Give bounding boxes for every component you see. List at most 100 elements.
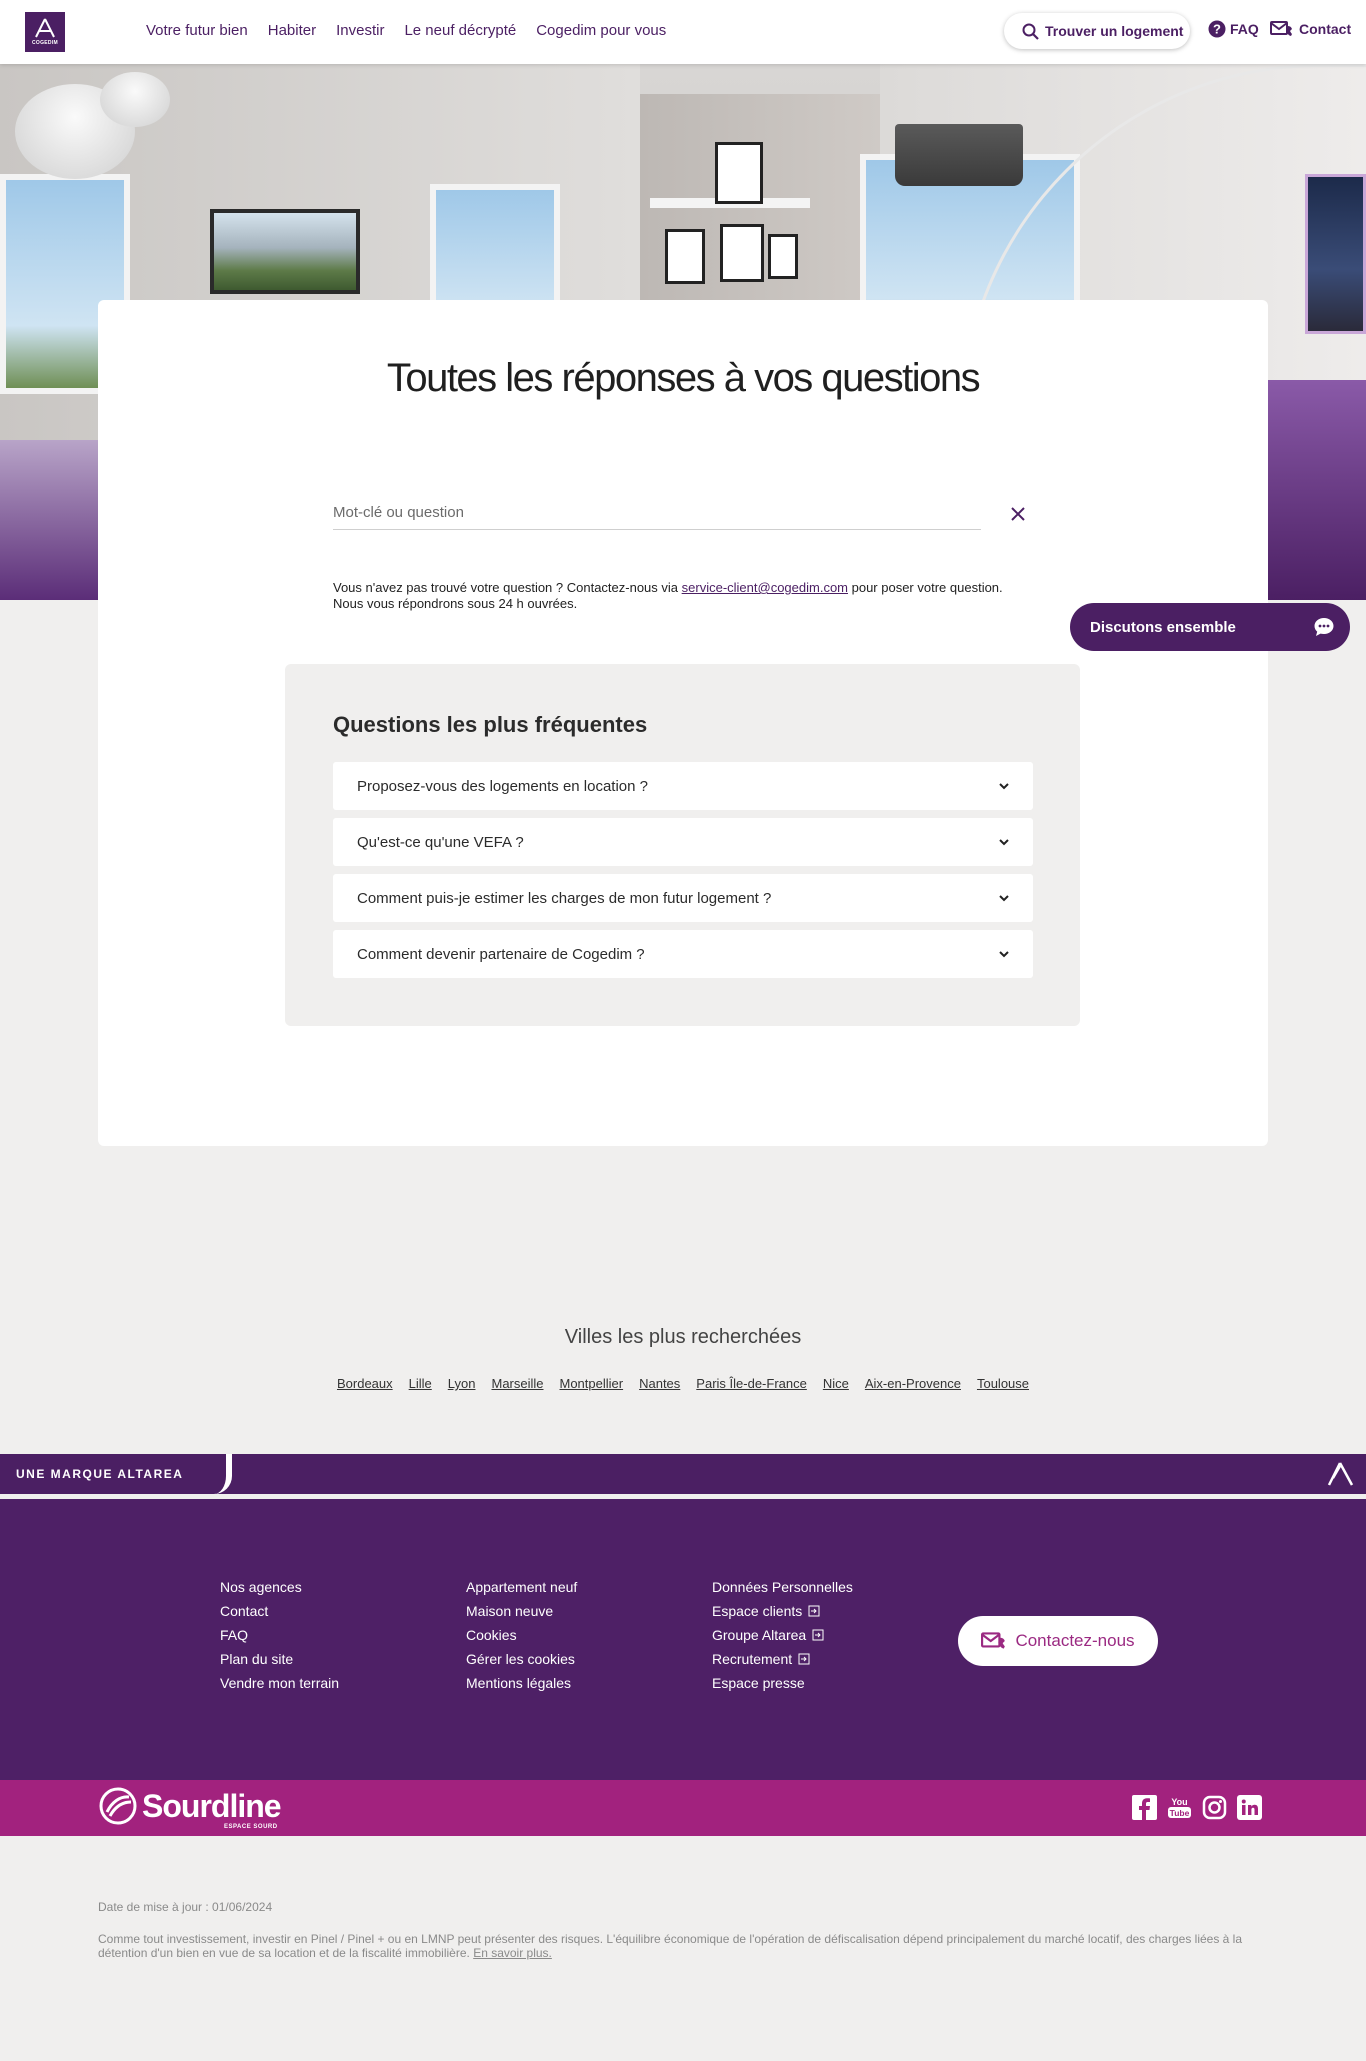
footer-link-mentions-legales[interactable]: Mentions légales [466,1675,577,1691]
chevron-down-icon [999,895,1009,902]
footer-col-3: Données Personnelles Espace clients Grou… [712,1579,853,1691]
faq-item-vefa[interactable]: Qu'est-ce qu'une VEFA ? [333,818,1033,866]
city-link-toulouse[interactable]: Toulouse [977,1376,1029,1391]
footer-link-cookies[interactable]: Cookies [466,1627,577,1643]
legal-text: Comme tout investissement, investir en P… [98,1932,1268,1960]
nav-item-neuf-decrypte[interactable]: Le neuf décrypté [404,22,516,39]
faq-search-input[interactable] [333,498,981,526]
social-links: You Tube [1132,1795,1262,1820]
chat-button[interactable]: Discutons ensemble [1070,603,1350,651]
search-icon [1022,23,1039,40]
mail-phone-icon [1270,21,1292,36]
service-email-link[interactable]: service-client@cogedim.com [682,580,848,595]
footer-link-gerer-cookies[interactable]: Gérer les cookies [466,1651,577,1667]
youtube-icon[interactable]: YouTube [1167,1795,1192,1820]
footer-link-donnees-personnelles[interactable]: Données Personnelles [712,1579,853,1595]
footer-link-groupe-altarea[interactable]: Groupe Altarea [712,1627,853,1643]
city-link-bordeaux[interactable]: Bordeaux [337,1376,393,1391]
footer-link-appartement-neuf[interactable]: Appartement neuf [466,1579,577,1595]
svg-text:You: You [1171,1797,1187,1807]
city-link-aix[interactable]: Aix-en-Provence [865,1376,961,1391]
city-link-lyon[interactable]: Lyon [448,1376,476,1391]
linkedin-icon[interactable] [1237,1795,1262,1820]
city-link-nantes[interactable]: Nantes [639,1376,680,1391]
footer-link-faq[interactable]: FAQ [220,1627,339,1643]
main-nav: Votre futur bien Habiter Investir Le neu… [146,22,666,39]
contact-us-label: Contactez-nous [1015,1631,1135,1650]
nav-item-habiter[interactable]: Habiter [268,22,316,39]
faq-link[interactable]: ? FAQ [1208,20,1259,38]
contact-link-label: Contact [1299,21,1352,37]
find-home-label: Trouver un logement [1045,23,1184,39]
altarea-logo-icon[interactable] [1326,1462,1354,1486]
city-link-marseille[interactable]: Marseille [491,1376,543,1391]
city-link-nice[interactable]: Nice [823,1376,849,1391]
cities-list: Bordeaux Lille Lyon Marseille Montpellie… [0,1376,1366,1391]
frequent-questions-title: Questions les plus fréquentes [333,712,648,737]
instagram-icon[interactable] [1202,1795,1227,1820]
hero-lamp-shade [895,124,1023,186]
mail-phone-icon [981,1632,1006,1649]
footer-link-label: Espace clients [712,1603,803,1619]
question-icon: ? [1208,20,1226,38]
footer-link-espace-clients[interactable]: Espace clients [712,1603,853,1619]
sourdline-logo[interactable]: Sourdline ESPACE SOURD [98,1786,282,1830]
chat-button-label: Discutons ensemble [1090,618,1236,636]
hero-pendant-2 [100,72,170,127]
faq-link-label: FAQ [1230,21,1259,37]
nav-item-cogedim-pour-vous[interactable]: Cogedim pour vous [536,22,666,39]
footer-bottom-bar: Sourdline ESPACE SOURD You Tube [0,1780,1366,1836]
svg-text:Tube: Tube [1170,1808,1190,1818]
hero-frame-2 [665,229,705,284]
footer-link-plan-du-site[interactable]: Plan du site [220,1651,339,1667]
nav-item-votre-futur-bien[interactable]: Votre futur bien [146,22,248,39]
site-header: COGEDIM Votre futur bien Habiter Investi… [0,0,1366,64]
faq-card: Toutes les réponses à vos questions Vous… [98,300,1268,1146]
external-link-icon [808,1605,820,1617]
facebook-icon[interactable] [1132,1795,1157,1820]
sourdline-name: Sourdline [142,1788,282,1824]
city-link-montpellier[interactable]: Montpellier [560,1376,624,1391]
cities-title: Villes les plus recherchées [564,1326,802,1348]
svg-text:?: ? [1213,22,1221,37]
help-text-prefix: Vous n'avez pas trouvé votre question ? … [333,580,682,595]
legal-notice: Date de mise à jour : 01/06/2024 Comme t… [98,1900,1268,1960]
hero-frame-4 [768,234,798,279]
find-home-button[interactable]: Trouver un logement [1004,13,1190,49]
clear-search-button[interactable] [1008,504,1028,524]
city-link-paris[interactable]: Paris Île-de-France [696,1376,807,1391]
footer-col-2: Appartement neuf Maison neuve Cookies Gé… [466,1579,577,1691]
faq-item-partenaire[interactable]: Comment devenir partenaire de Cogedim ? [333,930,1033,978]
faq-item-label: Proposez-vous des logements en location … [357,777,649,795]
footer-link-label: Recrutement [712,1651,793,1667]
hero-frame-right [1305,174,1366,334]
city-link-lille[interactable]: Lille [409,1376,432,1391]
hero-painting [210,209,360,294]
external-link-icon [812,1629,824,1641]
footer-link-agences[interactable]: Nos agences [220,1579,339,1595]
page-title: Toutes les réponses à vos questions [386,356,981,400]
logo-text: COGEDIM [32,40,58,46]
contact-us-button[interactable]: Contactez-nous [958,1616,1158,1666]
faq-item-location[interactable]: Proposez-vous des logements en location … [333,762,1033,810]
footer-link-label: Groupe Altarea [712,1627,807,1643]
contact-link[interactable]: Contact [1270,20,1351,38]
hero-frame-1 [715,142,763,204]
altarea-brand-tag: UNE MARQUE ALTAREA [0,1454,232,1494]
footer-link-contact[interactable]: Contact [220,1603,339,1619]
faq-item-charges[interactable]: Comment puis-je estimer les charges de m… [333,874,1033,922]
nav-item-investir[interactable]: Investir [336,22,384,39]
chevron-down-icon [999,783,1009,790]
legal-learn-more-link[interactable]: En savoir plus. [473,1946,552,1960]
footer-link-vendre-terrain[interactable]: Vendre mon terrain [220,1675,339,1691]
faq-item-label: Comment puis-je estimer les charges de m… [357,889,772,907]
faq-search-field [333,498,981,530]
footer-link-espace-presse[interactable]: Espace presse [712,1675,853,1691]
chat-bubble-icon [1314,618,1334,636]
footer-link-recrutement[interactable]: Recrutement [712,1651,853,1667]
cogedim-logo[interactable]: COGEDIM [25,12,65,52]
hero-chair-left [0,440,98,600]
chevron-down-icon [999,839,1009,846]
faq-item-label: Comment devenir partenaire de Cogedim ? [357,945,645,963]
footer-link-maison-neuve[interactable]: Maison neuve [466,1603,577,1619]
